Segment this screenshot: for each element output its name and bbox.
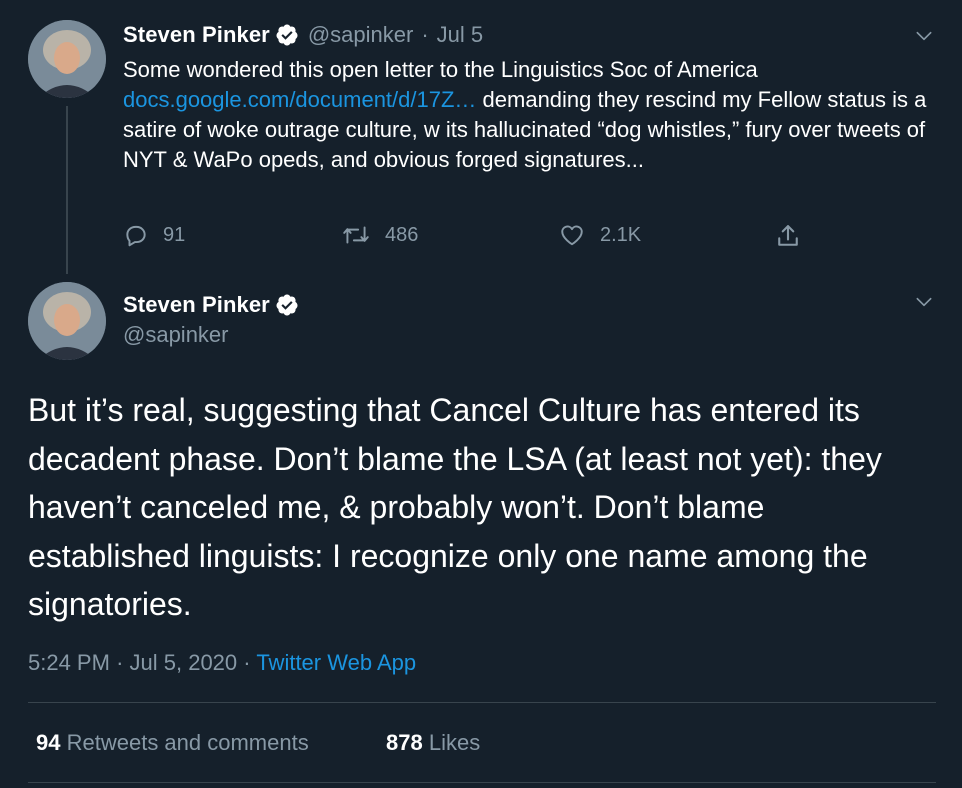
main-header: Steven Pinker (123, 292, 299, 318)
meta-separator-2: · (243, 650, 251, 675)
parent-text-start: Some wondered this open letter to the Li… (123, 57, 764, 82)
meta-separator: · (116, 650, 124, 675)
like-icon (561, 225, 583, 246)
parent-avatar[interactable] (28, 20, 106, 98)
parent-date[interactable]: Jul 5 (437, 22, 483, 48)
parent-separator: · (421, 22, 429, 47)
thread-connector (66, 106, 68, 274)
verified-badge-icon (276, 294, 298, 316)
likes-stat[interactable]: 878 Likes (386, 730, 480, 756)
share-icon[interactable] (774, 222, 802, 250)
retweet-total: 94 (36, 730, 61, 755)
divider-top (28, 702, 936, 703)
retweet-icon (343, 226, 369, 244)
reply-button[interactable]: 91 (123, 222, 185, 248)
main-avatar[interactable] (28, 282, 106, 360)
retweet-button[interactable]: 486 (341, 222, 418, 248)
main-author-name[interactable]: Steven Pinker (123, 292, 270, 318)
retweet-label: Retweets and comments (66, 730, 309, 755)
parent-handle[interactable]: @sapinker (308, 22, 414, 48)
like-count: 2.1K (600, 223, 642, 246)
chevron-down-icon[interactable] (914, 26, 934, 46)
tweet-time[interactable]: 5:24 PM (28, 650, 110, 675)
reply-count: 91 (163, 223, 186, 246)
tweet-meta: 5:24 PM · Jul 5, 2020 · Twitter Web App (28, 650, 416, 676)
retweet-count: 486 (385, 223, 419, 246)
source-app-link[interactable]: Twitter Web App (256, 650, 416, 675)
main-handle[interactable]: @sapinker (123, 322, 229, 348)
chevron-down-icon[interactable] (914, 292, 934, 312)
reply-icon (126, 225, 146, 247)
parent-doc-link[interactable]: docs.google.com/document/d/17Z… (123, 87, 476, 112)
parent-header: Steven Pinker @sapinker · Jul 5 (123, 22, 483, 48)
parent-author-name[interactable]: Steven Pinker (123, 22, 270, 48)
retweets-stat[interactable]: 94 Retweets and comments (36, 730, 309, 756)
like-label: Likes (428, 730, 481, 755)
verified-badge-icon (276, 24, 298, 46)
like-button[interactable]: 2.1K (558, 222, 641, 248)
divider-bottom (28, 782, 936, 783)
like-total: 878 (386, 730, 423, 755)
parent-tweet-text: Some wondered this open letter to the Li… (123, 55, 943, 175)
main-tweet-text: But it’s real, suggesting that Cancel Cu… (28, 392, 882, 622)
tweet-date[interactable]: Jul 5, 2020 (130, 650, 238, 675)
